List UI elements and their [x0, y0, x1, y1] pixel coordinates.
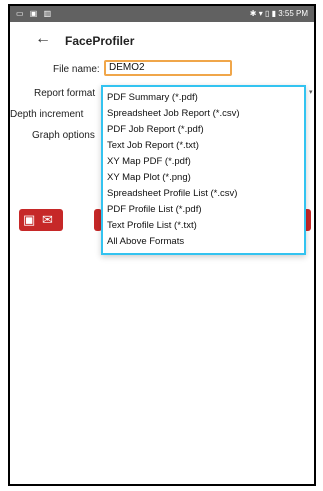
email-icon: ✉ [42, 212, 53, 227]
dropdown-item[interactable]: XY Map Plot (*.png) [107, 172, 191, 183]
dropdown-item[interactable]: PDF Profile List (*.pdf) [107, 204, 202, 215]
dropdown-item[interactable]: PDF Job Report (*.pdf) [107, 124, 204, 135]
dropdown-item[interactable]: Spreadsheet Job Report (*.csv) [107, 108, 240, 119]
chevron-down-icon[interactable]: ▾ [309, 88, 313, 96]
report-format-label: Report format [34, 88, 96, 99]
report-format-dropdown[interactable]: PDF Summary (*.pdf) Spreadsheet Job Repo… [101, 85, 306, 255]
graph-options-label: Graph options [32, 130, 95, 141]
phone-screen: ▭ ▣ ▥ ✱ ▾ ▯ ▮ 3:55 PM ← FaceProfiler Fil… [8, 4, 316, 486]
app-bar: ← FaceProfiler [10, 22, 314, 62]
dropdown-item[interactable]: Text Profile List (*.txt) [107, 220, 197, 231]
dropdown-item[interactable]: Text Job Report (*.txt) [107, 140, 199, 151]
arrow-back-icon[interactable]: ← [35, 30, 51, 48]
dropdown-item[interactable]: Spreadsheet Profile List (*.csv) [107, 188, 237, 199]
dropdown-item[interactable]: PDF Summary (*.pdf) [107, 92, 198, 103]
status-bar: ▭ ▣ ▥ ✱ ▾ ▯ ▮ 3:55 PM [10, 6, 314, 22]
save-email-button[interactable]: ▣ ✉ [19, 209, 63, 231]
dropdown-item[interactable]: XY Map PDF (*.pdf) [107, 156, 191, 167]
dropdown-item[interactable]: All Above Formats [107, 236, 184, 247]
file-name-label: File name: [53, 64, 100, 75]
status-clock: ✱ ▾ ▯ ▮ 3:55 PM [249, 9, 308, 18]
save-icon: ▣ [23, 212, 36, 227]
depth-increment-label: Depth increment [10, 109, 84, 120]
notification-icons: ▭ ▣ ▥ [16, 9, 54, 18]
app-title: FaceProfiler [65, 34, 135, 48]
file-name-input[interactable]: DEMO2 [104, 60, 232, 76]
